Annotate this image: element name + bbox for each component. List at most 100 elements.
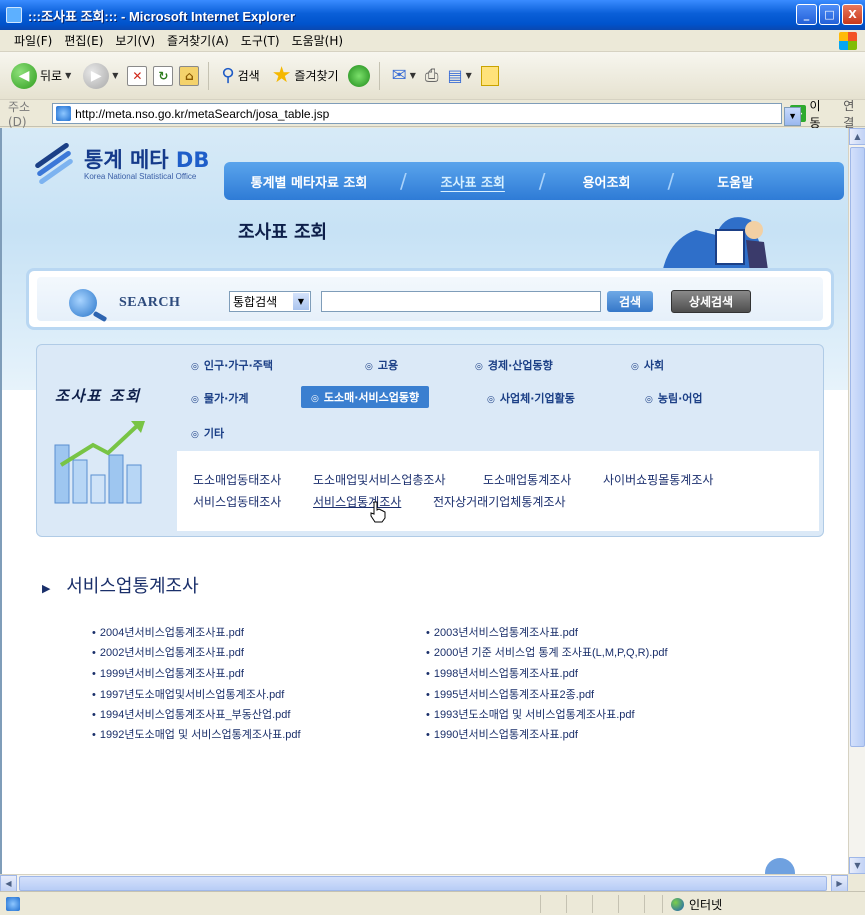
minimize-button[interactable]: _: [796, 4, 817, 25]
window-titlebar[interactable]: :::조사표 조회::: - Microsoft Internet Explor…: [0, 0, 865, 30]
category-prices[interactable]: 물가·가계: [191, 390, 249, 406]
file-link[interactable]: 2002년서비스업통계조사표.pdf: [92, 644, 244, 660]
search-button[interactable]: 검색: [607, 291, 653, 312]
address-input[interactable]: http://meta.nso.go.kr/metaSearch/josa_ta…: [52, 103, 802, 126]
page-status-icon: [6, 896, 20, 911]
main-nav: 통계별 메타자료 조회 / 조사표 조회 / 용어조회 / 도움말: [224, 162, 844, 200]
menu-favorites[interactable]: 즐겨찾기(A): [167, 32, 229, 49]
nav-item-help[interactable]: 도움말: [680, 172, 790, 191]
file-link[interactable]: 1990년서비스업통계조사표.pdf: [426, 726, 578, 742]
address-url: http://meta.nso.go.kr/metaSearch/josa_ta…: [75, 106, 330, 121]
subcategory-box: 도소매업동태조사 도소매업및서비스업총조사 도소매업통계조사 사이버쇼핑몰통계조…: [177, 451, 819, 531]
category-employment[interactable]: 고용: [365, 357, 398, 373]
edit-button[interactable]: ▤ ▼: [444, 61, 474, 91]
vertical-scroll-thumb[interactable]: [850, 147, 865, 747]
subcategory-link[interactable]: 도소매업및서비스업총조사: [313, 471, 445, 488]
category-agriculture[interactable]: 농림·어업: [645, 390, 703, 406]
page-viewport: 통계 메타 DB Korea National Statistical Offi…: [0, 128, 848, 874]
print-icon[interactable]: ⎙: [425, 66, 439, 86]
horizontal-scroll-thumb[interactable]: [19, 876, 827, 891]
logo-db: DB: [175, 148, 210, 172]
go-button[interactable]: 이동: [809, 97, 831, 131]
subcategory-link[interactable]: 도소매업동태조사: [193, 471, 281, 488]
forward-dropdown-icon[interactable]: ▼: [112, 71, 118, 80]
scrollbar-corner: [848, 874, 865, 891]
subcategory-link[interactable]: 사이버쇼핑몰통계조사: [603, 471, 713, 488]
menu-tools[interactable]: 도구(T): [241, 32, 280, 49]
bar-chart-icon: [54, 421, 145, 504]
subcategory-link[interactable]: 전자상거래기업체통계조사: [433, 493, 565, 510]
toolbar-separator: [378, 61, 380, 90]
file-link[interactable]: 1993년도소매업 및 서비스업통계조사표.pdf: [426, 706, 635, 722]
stop-icon[interactable]: ✕: [127, 65, 148, 86]
back-dropdown-icon[interactable]: ▼: [65, 71, 71, 80]
star-icon: ★: [271, 63, 292, 88]
favorites-button[interactable]: ★ 즐겨찾기: [269, 61, 342, 91]
file-link[interactable]: 1997년도소매업및서비스업통계조사.pdf: [92, 686, 285, 702]
category-population[interactable]: 인구·가구·주택: [191, 357, 273, 373]
refresh-icon[interactable]: ↻: [153, 65, 174, 86]
horizontal-scrollbar[interactable]: ◀ ▶: [0, 874, 848, 892]
file-link[interactable]: 1998년서비스업통계조사표.pdf: [426, 665, 578, 681]
category-other[interactable]: 기타: [191, 425, 224, 441]
note-icon[interactable]: [480, 65, 499, 86]
advanced-search-button[interactable]: 상세검색: [671, 290, 751, 313]
maximize-button[interactable]: □: [819, 4, 840, 25]
subcategory-link-active[interactable]: 서비스업통계조사: [313, 493, 401, 510]
mail-dropdown-icon[interactable]: ▼: [410, 71, 416, 80]
security-zone: 인터넷: [662, 895, 722, 913]
site-logo[interactable]: 통계 메타 DB Korea National Statistical Offi…: [30, 141, 210, 185]
back-button[interactable]: ◀ 뒤로 ▼: [8, 61, 74, 91]
status-cell: [618, 895, 642, 913]
nav-divider: /: [667, 169, 675, 193]
file-link[interactable]: 1995년서비스업통계조사표2종.pdf: [426, 686, 594, 702]
address-dropdown-icon[interactable]: ▼: [784, 107, 802, 126]
favorites-label: 즐겨찾기: [294, 69, 339, 83]
nav-divider: /: [538, 169, 546, 193]
nav-item-terms[interactable]: 용어조회: [552, 172, 662, 191]
nav-item-survey[interactable]: 조사표 조회: [413, 172, 533, 191]
home-icon[interactable]: ⌂: [179, 65, 200, 86]
search-type-select[interactable]: 통합검색 ▼: [229, 291, 311, 312]
scroll-left-icon[interactable]: ◀: [0, 875, 17, 892]
category-business[interactable]: 사업체·기업활동: [487, 390, 575, 406]
category-retail-service[interactable]: 도소매·서비스업동향: [301, 386, 430, 408]
close-button[interactable]: X: [842, 4, 863, 25]
file-link[interactable]: 1992년도소매업 및 서비스업통계조사표.pdf: [92, 726, 301, 742]
links-button[interactable]: 연결: [843, 97, 865, 131]
forward-button[interactable]: ▶ ▼: [80, 61, 121, 91]
file-link[interactable]: 2000년 기준 서비스업 통계 조사표(L,M,P,Q,R).pdf: [426, 644, 668, 660]
file-link[interactable]: 1994년서비스업통계조사표_부동산업.pdf: [92, 706, 291, 722]
file-link[interactable]: 2004년서비스업통계조사표.pdf: [92, 624, 244, 640]
scroll-top-button[interactable]: [765, 858, 795, 874]
file-link[interactable]: 1999년서비스업통계조사표.pdf: [92, 665, 244, 681]
search-toolbar-button[interactable]: ⚲ 검색: [218, 61, 262, 91]
menu-view[interactable]: 보기(V): [115, 32, 155, 49]
scroll-right-icon[interactable]: ▶: [831, 875, 848, 892]
search-type-value: 통합검색: [233, 295, 278, 309]
subcategory-link[interactable]: 서비스업동태조사: [193, 493, 281, 510]
menu-edit[interactable]: 편집(E): [64, 32, 103, 49]
menu-help[interactable]: 도움말(H): [292, 32, 344, 49]
search-globe-icon: [69, 289, 97, 317]
category-side-title: 조사표 조회: [55, 387, 142, 405]
subcategory-link[interactable]: 도소매업통계조사: [483, 471, 571, 488]
history-icon[interactable]: [347, 64, 370, 87]
triangle-bullet-icon: ▶: [42, 582, 51, 595]
search-toolbar-label: 검색: [237, 69, 260, 83]
logo-title: 통계 메타: [84, 148, 169, 172]
vertical-scrollbar[interactable]: ▲ ▼: [848, 128, 865, 874]
scroll-down-icon[interactable]: ▼: [849, 857, 865, 874]
edit-dropdown-icon[interactable]: ▼: [466, 71, 472, 80]
nav-item-meta[interactable]: 통계별 메타자료 조회: [224, 172, 394, 191]
scroll-up-icon[interactable]: ▲: [849, 128, 865, 145]
logo-mark-icon: [30, 141, 78, 185]
search-label: SEARCH: [119, 295, 181, 310]
category-economy[interactable]: 경제·산업동향: [475, 357, 553, 373]
file-link[interactable]: 2003년서비스업통계조사표.pdf: [426, 624, 578, 640]
mail-button[interactable]: ✉ ▼: [389, 61, 419, 91]
search-input[interactable]: [321, 291, 601, 312]
category-society[interactable]: 사회: [631, 357, 664, 373]
menu-file[interactable]: 파일(F): [14, 32, 52, 49]
ie-page-icon: [6, 7, 22, 23]
